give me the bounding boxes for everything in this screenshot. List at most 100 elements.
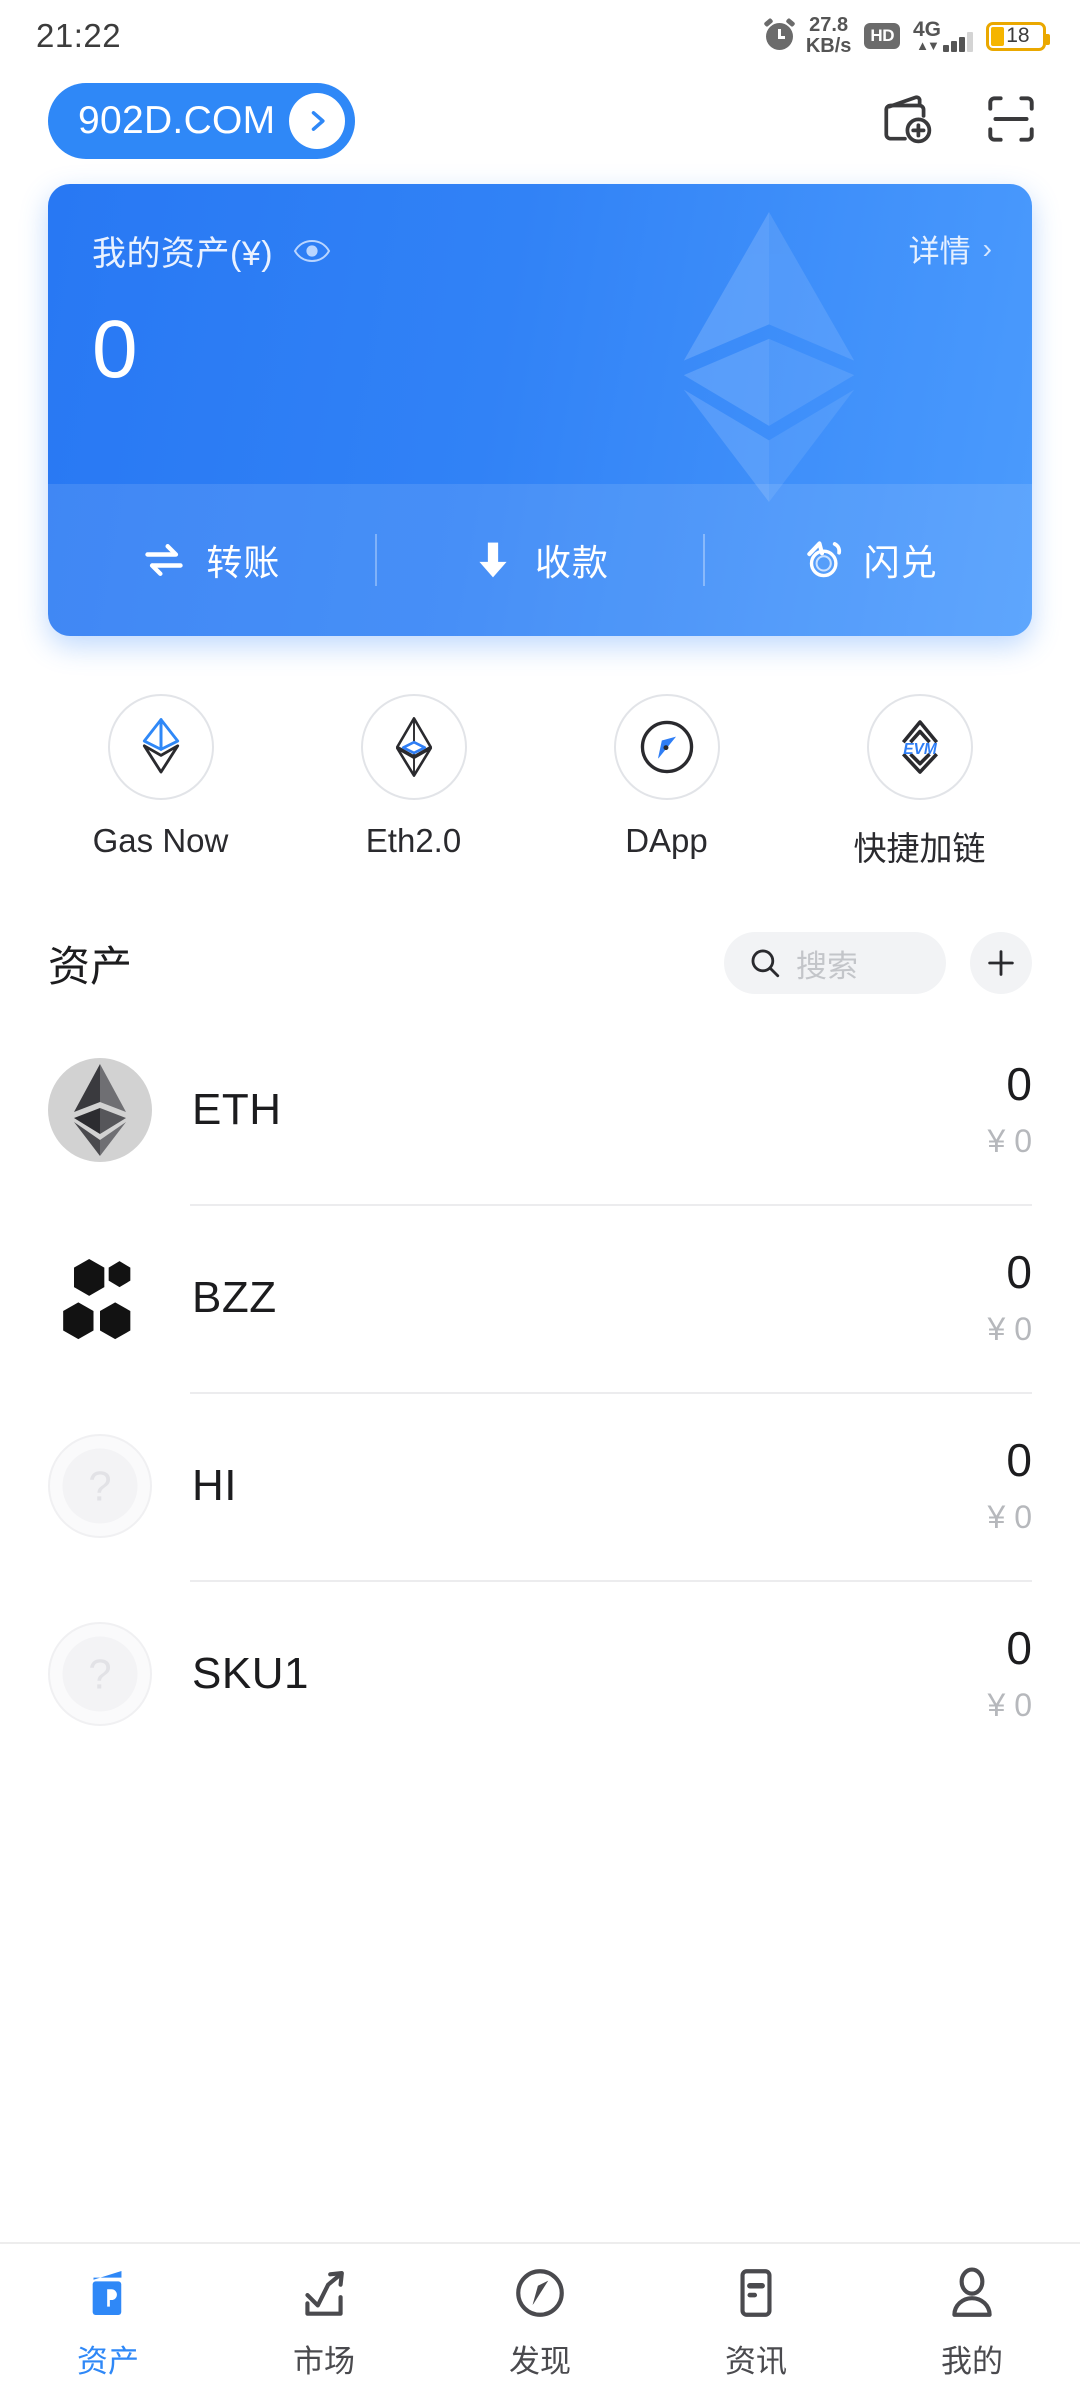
battery-icon: 18 xyxy=(986,21,1050,51)
network-type-label: 4G xyxy=(912,17,941,41)
search-input[interactable]: 搜索 xyxy=(724,932,946,994)
wallet-add-icon[interactable] xyxy=(878,90,936,153)
token-amount: 0 xyxy=(1006,1434,1032,1487)
transfer-label: 转账 xyxy=(206,542,281,583)
table-row[interactable]: ? SKU1 0 ¥ 0 xyxy=(48,1580,1032,1768)
token-fiat: ¥ 0 xyxy=(987,1122,1032,1159)
unknown-token-icon: ? xyxy=(48,1434,152,1538)
chevron-right-icon xyxy=(289,93,346,149)
tab-assets[interactable]: 资产 xyxy=(0,2264,216,2381)
tab-label: 资产 xyxy=(77,2343,139,2379)
receive-label: 收款 xyxy=(535,542,610,583)
table-row[interactable]: ? HI 0 ¥ 0 xyxy=(48,1392,1032,1580)
gas-now-eth-icon xyxy=(107,694,214,800)
scan-qr-icon[interactable] xyxy=(982,90,1040,153)
shortcut-label: Eth2.0 xyxy=(365,822,462,859)
token-values: 0 ¥ 0 xyxy=(988,1436,1032,1535)
token-values: 0 ¥ 0 xyxy=(988,1248,1032,1347)
search-icon xyxy=(751,949,780,978)
shortcut-label: 快捷加链 xyxy=(853,830,986,867)
eye-icon[interactable] xyxy=(293,239,331,263)
compass-icon xyxy=(613,694,720,800)
token-values: 0 ¥ 0 xyxy=(988,1624,1032,1723)
network-speed-value: 27.8 xyxy=(809,14,849,36)
evm-add-chain-icon: EVM xyxy=(866,694,973,800)
token-fiat: ¥ 0 xyxy=(987,1498,1032,1535)
balance-card[interactable]: 我的资产(¥) 0 详情 › 转账 收款 闪兑 xyxy=(48,184,1032,636)
search-placeholder: 搜索 xyxy=(796,948,858,984)
status-time: 21:22 xyxy=(36,17,122,54)
tab-label: 市场 xyxy=(293,2343,355,2379)
tab-label: 资讯 xyxy=(725,2343,787,2379)
receive-arrow-down-icon xyxy=(479,542,507,578)
wallet-domain-label: 902D.COM xyxy=(78,99,276,142)
balance-detail-label: 详情 xyxy=(908,234,971,269)
table-row[interactable]: ETH 0 ¥ 0 xyxy=(48,1016,1032,1204)
token-amount: 0 xyxy=(1006,1622,1032,1675)
flash-swap-icon xyxy=(806,541,841,578)
flash-swap-label: 闪兑 xyxy=(863,542,938,583)
app-header: 902D.COM xyxy=(0,72,1080,170)
flash-swap-button[interactable]: 闪兑 xyxy=(705,534,1032,586)
receive-button[interactable]: 收款 xyxy=(377,534,704,586)
balance-card-wrapper: 我的资产(¥) 0 详情 › 转账 收款 闪兑 xyxy=(0,184,1080,636)
alarm-clock-icon xyxy=(763,17,796,50)
token-amount: 0 xyxy=(1006,1246,1032,1299)
balance-card-top: 我的资产(¥) 0 详情 › xyxy=(48,184,1032,484)
token-fiat: ¥ 0 xyxy=(987,1310,1032,1347)
hd-badge: HD xyxy=(864,23,900,49)
token-values: 0 ¥ 0 xyxy=(988,1060,1032,1159)
battery-level: 18 xyxy=(1006,24,1030,47)
balance-label: 我的资产(¥) xyxy=(92,235,274,273)
bottom-navigation: 资产 市场 发现 资讯 我的 xyxy=(0,2242,1080,2400)
assets-header: 资产 搜索 xyxy=(0,932,1080,994)
shortcut-add-chain[interactable]: EVM 快捷加链 xyxy=(793,694,1046,870)
token-list: ETH 0 ¥ 0 BZZ 0 ¥ 0 ? HI 0 ¥ 0 ? SKU1 0 … xyxy=(0,1016,1080,1768)
status-bar: 21:22 27.8 KB/s HD 4G ▲▼ 18 xyxy=(0,0,1080,72)
tab-discover[interactable]: 发现 xyxy=(432,2264,648,2381)
person-icon xyxy=(952,2267,992,2317)
shortcut-dapp[interactable]: DApp xyxy=(540,694,793,870)
balance-amount: 0 xyxy=(92,304,138,395)
shortcut-label: DApp xyxy=(625,822,708,859)
wallet-domain-button[interactable]: 902D.COM xyxy=(48,83,356,159)
table-row[interactable]: BZZ 0 ¥ 0 xyxy=(48,1204,1032,1392)
news-icon xyxy=(740,2268,772,2317)
signal-indicator: 4G ▲▼ xyxy=(912,17,973,53)
token-fiat: ¥ 0 xyxy=(987,1686,1032,1723)
chart-icon xyxy=(305,2270,344,2316)
tab-news[interactable]: 资讯 xyxy=(648,2264,864,2381)
transfer-icon xyxy=(145,544,184,576)
header-actions xyxy=(878,90,1040,153)
token-symbol: ETH xyxy=(192,1085,282,1134)
chevron-right-icon: › xyxy=(982,232,992,264)
shortcut-row: Gas Now Eth2.0 DApp EVM 快捷加链 xyxy=(0,694,1080,870)
balance-detail-link[interactable]: 详情 › xyxy=(909,226,992,271)
compass-icon xyxy=(516,2268,564,2317)
token-symbol: BZZ xyxy=(192,1273,277,1322)
tab-market[interactable]: 市场 xyxy=(216,2264,432,2381)
svg-text:?: ? xyxy=(88,1651,111,1698)
tab-label: 发现 xyxy=(509,2343,571,2379)
shortcut-label: Gas Now xyxy=(92,822,229,859)
assets-title: 资产 xyxy=(48,942,133,990)
tab-label: 我的 xyxy=(941,2343,1003,2379)
token-amount: 0 xyxy=(1006,1058,1032,1111)
unknown-token-icon: ? xyxy=(48,1622,152,1726)
signal-bars-icon xyxy=(943,32,973,53)
bzz-token-icon xyxy=(48,1246,152,1350)
svg-text:EVM: EVM xyxy=(903,741,938,758)
balance-card-actions: 转账 收款 闪兑 xyxy=(48,484,1032,636)
add-token-button[interactable] xyxy=(970,932,1032,994)
network-speed: 27.8 KB/s xyxy=(806,15,852,57)
eth-token-icon xyxy=(48,1058,152,1162)
tab-profile[interactable]: 我的 xyxy=(864,2264,1080,2381)
eth2-diamond-icon xyxy=(360,694,467,800)
token-symbol: SKU1 xyxy=(192,1649,309,1698)
shortcut-gas-now[interactable]: Gas Now xyxy=(34,694,287,870)
svg-text:?: ? xyxy=(88,1463,111,1510)
shortcut-eth2[interactable]: Eth2.0 xyxy=(287,694,540,870)
transfer-button[interactable]: 转账 xyxy=(48,534,375,586)
assets-tools: 搜索 xyxy=(724,932,1032,994)
status-indicators: 27.8 KB/s HD 4G ▲▼ 18 xyxy=(763,15,1050,57)
